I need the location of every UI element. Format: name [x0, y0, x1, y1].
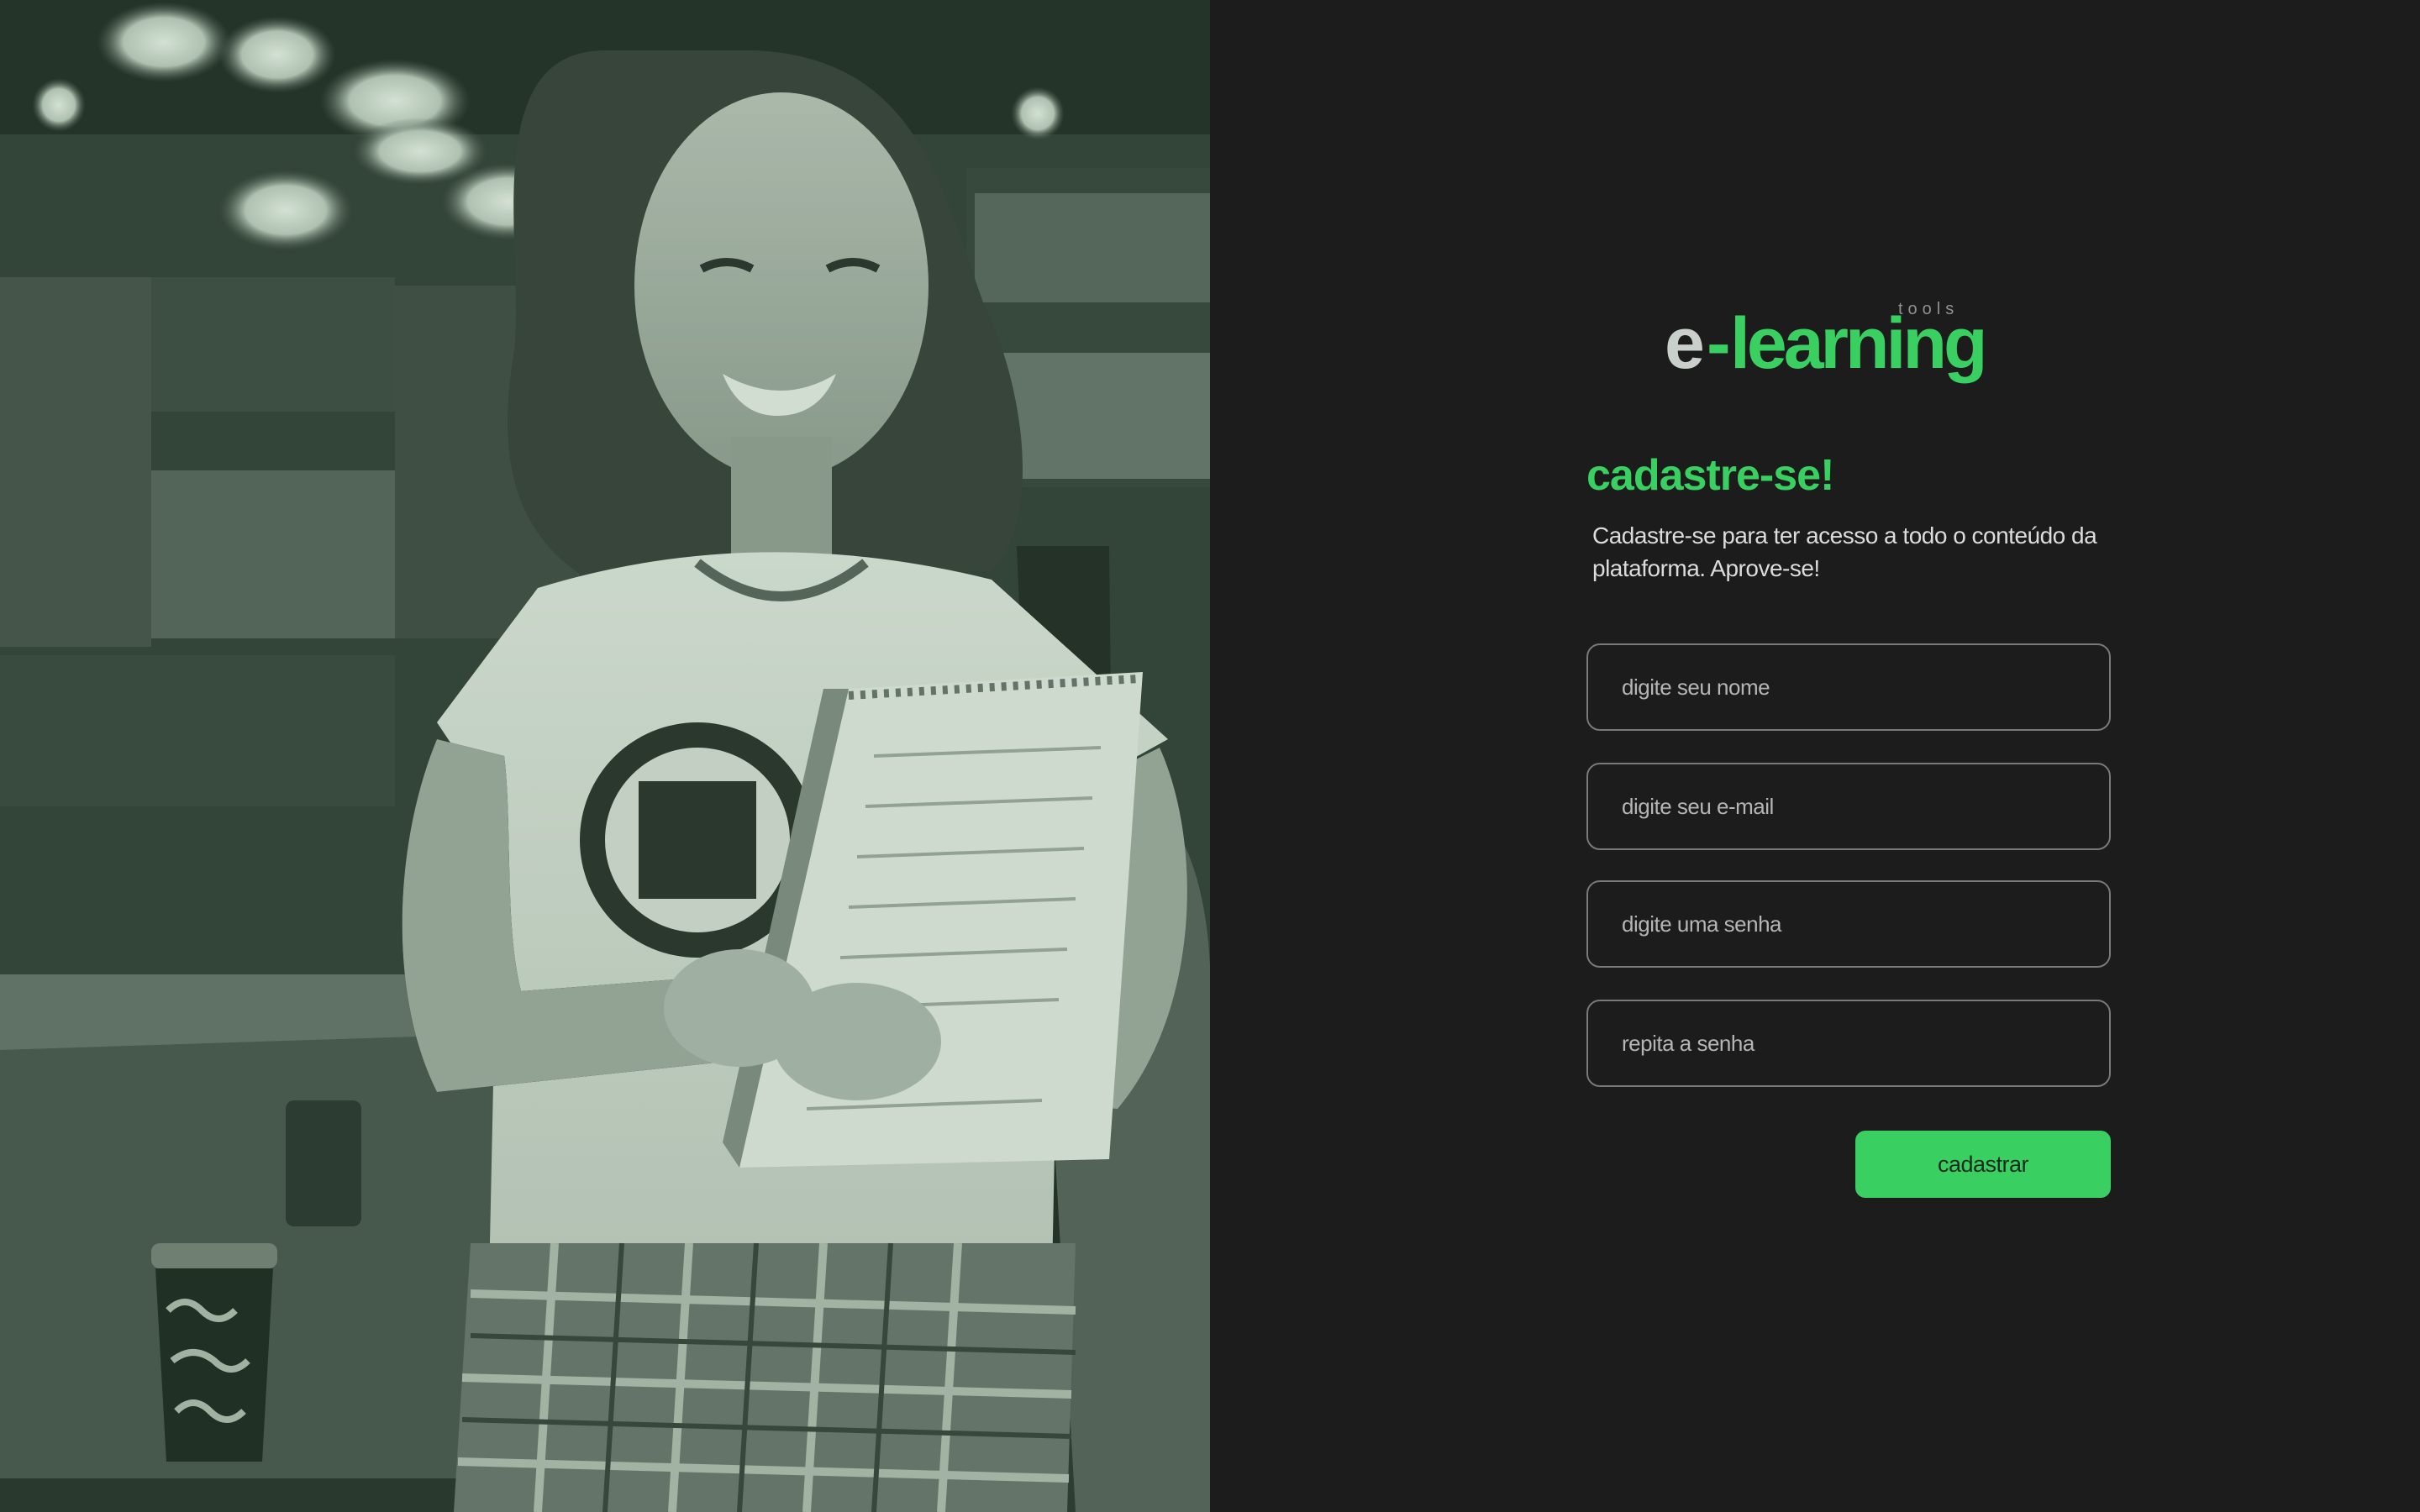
- student-photo: [0, 0, 1210, 1512]
- logo-tagline-tools: tools: [1898, 300, 1960, 318]
- password-field[interactable]: [1586, 880, 2111, 968]
- logo-letter-e: e: [1665, 303, 1705, 384]
- signup-form-panel: e - learning tools cadastre-se! Cadastre…: [1210, 0, 2420, 1512]
- email-field[interactable]: [1586, 763, 2111, 850]
- name-field[interactable]: [1586, 643, 2111, 731]
- logo-dash: -: [1707, 303, 1731, 384]
- confirm-password-field[interactable]: [1586, 1000, 2111, 1087]
- page-title: cadastre-se!: [1586, 451, 1834, 500]
- page-subtitle: Cadastre-se para ter acesso a todo o con…: [1592, 522, 2097, 581]
- signup-page: e - learning tools cadastre-se! Cadastre…: [0, 0, 2420, 1512]
- signup-button[interactable]: cadastrar: [1855, 1131, 2111, 1198]
- student-photo-illustration: [0, 0, 1210, 1512]
- e-learning-logo: e - learning tools: [1665, 287, 1988, 384]
